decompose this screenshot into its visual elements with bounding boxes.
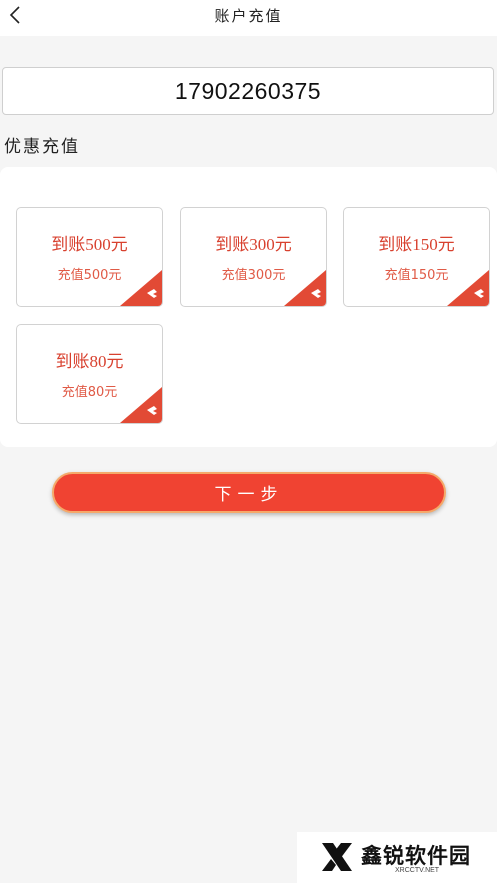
recharge-option-150[interactable]: 到账150元 充值150元 xyxy=(343,207,490,307)
credit-amount: 到账150元 xyxy=(378,235,455,254)
page-title: 账户充值 xyxy=(214,7,283,25)
recharge-option-80[interactable]: 到账80元 充值80元 xyxy=(16,324,163,424)
corner-tag-icon xyxy=(447,270,489,306)
phone-number: 17902260375 xyxy=(174,77,322,104)
credit-amount: 到账300元 xyxy=(215,235,292,254)
watermark-brand: 鑫锐软件园 xyxy=(361,844,471,868)
credit-amount: 到账500元 xyxy=(51,235,128,254)
corner-tag-icon xyxy=(284,270,326,306)
recharge-options-panel: 到账500元 充值500元 到账300元 充值300元 到账150元 充值150… xyxy=(0,167,497,447)
corner-tag-icon xyxy=(120,270,162,306)
top-bar: 账户充值 xyxy=(0,0,497,36)
corner-tag-icon xyxy=(120,387,162,423)
credit-amount: 到账80元 xyxy=(55,352,124,371)
recharge-option-300[interactable]: 到账300元 充值300元 xyxy=(180,207,327,307)
watermark: 鑫锐软件园 XRCCTV.NET xyxy=(297,832,497,883)
next-step-button[interactable]: 下一步 xyxy=(52,472,446,513)
phone-input[interactable]: 17902260375 xyxy=(2,67,494,115)
watermark-url: XRCCTV.NET xyxy=(395,867,440,874)
section-title: 优惠充值 xyxy=(4,137,80,157)
brand-logo-icon xyxy=(322,843,352,871)
recharge-option-500[interactable]: 到账500元 充值500元 xyxy=(16,207,163,307)
